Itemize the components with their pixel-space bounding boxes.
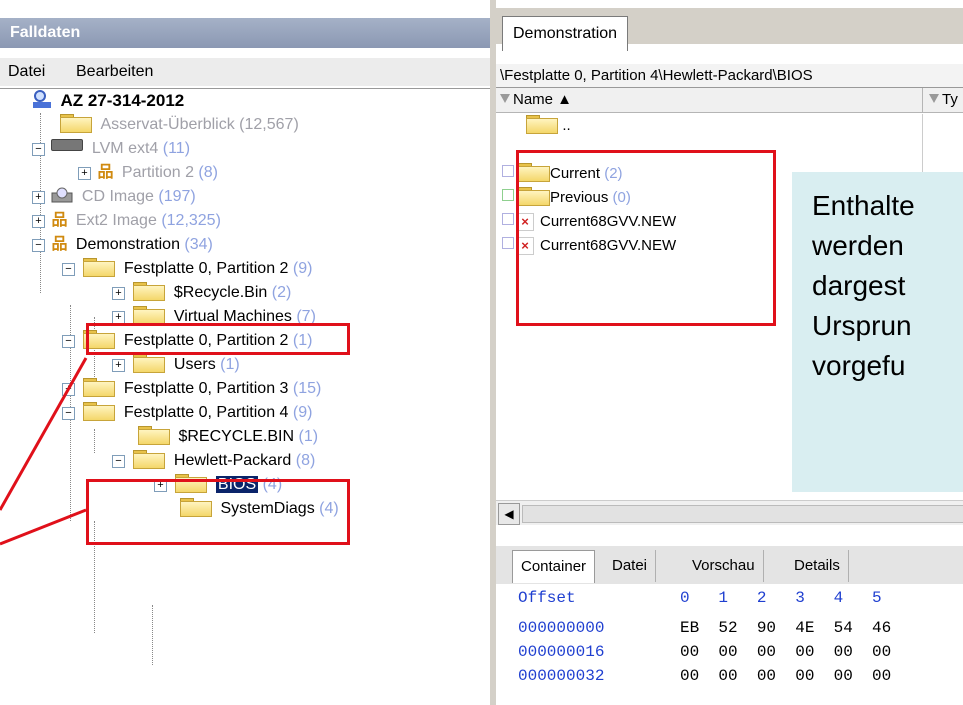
folder-icon — [58, 114, 92, 133]
folder-icon — [131, 354, 166, 373]
tab-demonstration[interactable]: Demonstration — [502, 16, 629, 51]
magnifier-root-icon — [32, 89, 52, 109]
folder-icon — [524, 115, 559, 134]
expand-toggle[interactable]: + — [32, 215, 45, 228]
drive-icon — [51, 139, 84, 151]
folder-icon — [81, 258, 116, 277]
tree-item-ext2-image[interactable]: + 品 Ext2 Image (12,325) — [32, 209, 221, 233]
row-checkbox[interactable] — [502, 237, 514, 249]
filter-icon[interactable] — [500, 94, 510, 103]
scrollbar-thumb[interactable] — [522, 505, 963, 523]
hex-view: Offset 0 1 2 3 4 5 000000000 EB 52 90 4E… — [496, 586, 963, 705]
network-partition-icon: 品 — [51, 236, 68, 253]
detail-tab-strip: Container Datei Vorschau Details — [496, 546, 963, 584]
tree-item-recycle-bin-upper[interactable]: $RECYCLE.BIN (1) — [136, 425, 318, 449]
filter-icon[interactable] — [929, 94, 939, 103]
row-checkbox[interactable] — [502, 165, 514, 177]
horizontal-scrollbar[interactable]: ◀ — [496, 500, 963, 525]
expand-toggle[interactable]: + — [112, 359, 125, 372]
column-header: Name ▲ Ty — [496, 88, 963, 113]
collapse-toggle[interactable]: − — [112, 455, 125, 468]
expand-toggle[interactable]: + — [112, 287, 125, 300]
tree-item-fp0-partition3[interactable]: + Festplatte 0, Partition 3 (15) — [62, 377, 321, 401]
folder-icon — [136, 426, 170, 445]
panel-title: Falldaten — [0, 18, 490, 48]
hex-offset: 000000032 — [518, 667, 605, 685]
type-column-header[interactable]: Ty — [922, 88, 958, 112]
hex-bytes: EB 52 90 4E 54 46 — [680, 619, 892, 637]
network-partition-icon: 品 — [97, 164, 114, 181]
tree-item-asservat[interactable]: Asservat-Überblick (12,567) — [58, 113, 299, 137]
expand-toggle[interactable]: + — [78, 167, 91, 180]
highlight-partitions-3-4 — [86, 479, 350, 545]
menu-bearbeiten[interactable]: Bearbeiten — [76, 58, 153, 86]
collapse-toggle[interactable]: − — [32, 143, 45, 156]
menu-bar: Datei Bearbeiten — [0, 58, 490, 86]
tab-container[interactable]: Container — [512, 550, 596, 583]
hex-offset-header: Offset — [518, 589, 576, 607]
tab-details[interactable]: Details — [786, 550, 849, 582]
tree-item-users[interactable]: + Users (1) — [112, 353, 240, 377]
tree-item-partition-2[interactable]: + 品 Partition 2 (8) — [78, 161, 218, 185]
tree-item-lvm-ext4[interactable]: − LVM ext4 (11) — [32, 137, 190, 161]
collapse-toggle[interactable]: − — [62, 263, 75, 276]
tree-item-recycle-bin[interactable]: + $Recycle.Bin (2) — [112, 281, 291, 305]
tab-datei[interactable]: Datei — [604, 550, 657, 582]
row-checkbox[interactable] — [502, 189, 514, 201]
hex-offset: 000000016 — [518, 643, 605, 661]
case-id: AZ 27-314-2012 — [60, 91, 185, 110]
tree-root[interactable]: AZ 27-314-2012 — [32, 89, 184, 113]
path-bar: \Festplatte 0, Partition 4\Hewlett-Packa… — [496, 64, 963, 88]
name-column-header[interactable]: Name ▲ — [496, 91, 572, 108]
collapse-toggle[interactable]: − — [32, 239, 45, 252]
cd-icon — [51, 187, 73, 203]
row-checkbox[interactable] — [502, 213, 514, 225]
scroll-left-icon[interactable]: ◀ — [498, 503, 520, 525]
tree-item-fp0-partition2-a[interactable]: − Festplatte 0, Partition 2 (9) — [62, 257, 312, 281]
hex-bytes: 00 00 00 00 00 00 — [680, 667, 892, 685]
highlight-file-list — [516, 150, 776, 326]
tree-item-hewlett-packard[interactable]: − Hewlett-Packard (8) — [112, 449, 315, 473]
tab-strip: Demonstration — [496, 8, 963, 51]
directory-panel: Demonstration \Festplatte 0, Partition 4… — [496, 0, 963, 705]
tree-item-cd-image[interactable]: + CD Image (197) — [32, 185, 196, 209]
tab-vorschau[interactable]: Vorschau — [684, 550, 764, 582]
list-item-parent[interactable]: .. — [496, 114, 926, 138]
hex-offset: 000000000 — [518, 619, 605, 637]
case-data-panel: Falldaten Datei Bearbeiten AZ 27-314-201… — [0, 0, 490, 705]
annotation-arrows — [0, 357, 88, 546]
hex-bytes: 00 00 00 00 00 00 — [680, 643, 892, 661]
folder-icon — [131, 306, 166, 325]
folder-icon — [131, 450, 166, 469]
tree-item-demonstration[interactable]: − 品 Demonstration (34) — [32, 233, 213, 257]
highlight-partition-2 — [86, 323, 350, 355]
hex-column-header: 0 1 2 3 4 5 — [680, 589, 882, 607]
expand-toggle[interactable]: + — [32, 191, 45, 204]
folder-icon — [131, 282, 166, 301]
network-partition-icon: 品 — [51, 212, 68, 229]
menu-datei[interactable]: Datei — [8, 58, 45, 86]
annotation-note: Enthalte werden dargest Ursprun vorgefu — [792, 172, 963, 492]
